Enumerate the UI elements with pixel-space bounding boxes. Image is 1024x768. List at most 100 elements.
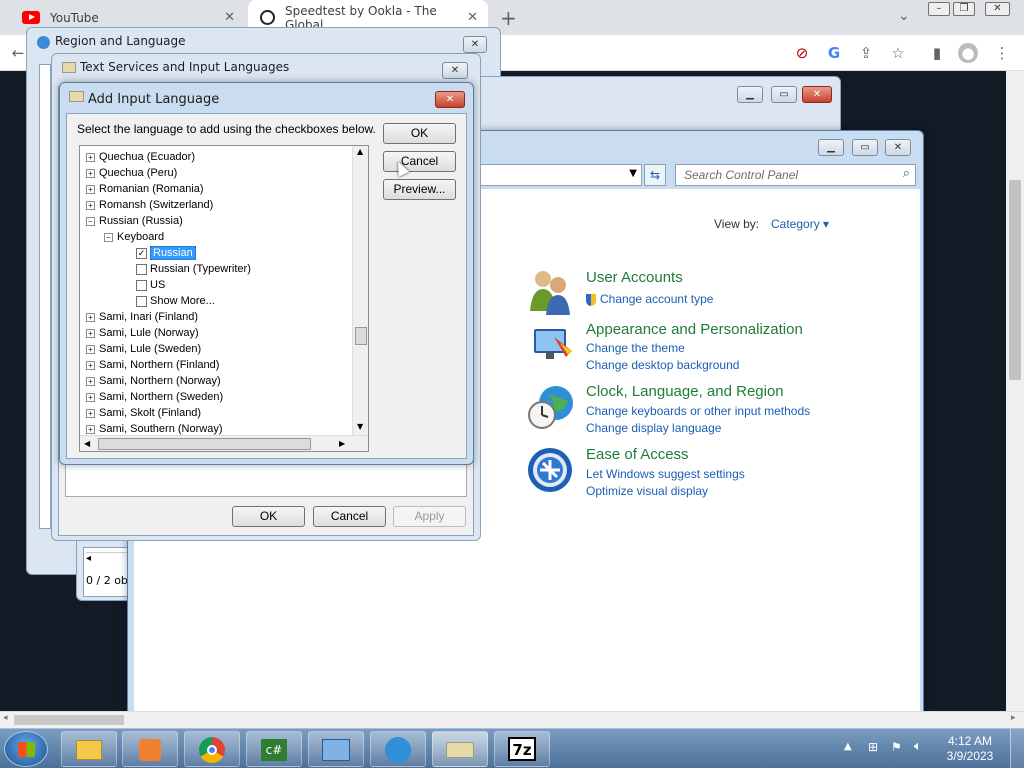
tab-close-icon[interactable]: ✕ — [467, 10, 478, 25]
preview-button[interactable]: Preview... — [383, 179, 456, 200]
expand-icon[interactable]: + — [86, 376, 95, 386]
language-tree[interactable]: + Quechua (Ecuador) + Quechua (Peru) + Romani… — [79, 145, 369, 452]
tree-node[interactable]: + Quechua (Peru) — [86, 165, 177, 181]
checkbox[interactable] — [136, 295, 147, 307]
checkbox[interactable]: ✓ — [136, 247, 147, 259]
expand-icon[interactable]: + — [86, 424, 95, 434]
search-icon[interactable]: ⌕ — [903, 166, 910, 181]
close-window-button[interactable]: ✕ — [985, 2, 1010, 16]
google-icon[interactable]: G — [824, 43, 844, 63]
tree-checkbox-item[interactable]: Russian (Typewriter) — [136, 261, 251, 277]
expand-icon[interactable]: + — [86, 184, 95, 194]
share-icon[interactable]: ⇪ — [856, 43, 876, 63]
view-by-dropdown[interactable]: Category ▾ — [771, 217, 829, 231]
tray-network-icon[interactable]: ⚑ — [891, 740, 902, 754]
expand-icon[interactable]: + — [86, 328, 95, 338]
star-icon[interactable]: ☆ — [888, 43, 908, 63]
tree-node[interactable]: − Keyboard — [104, 229, 164, 245]
category-link[interactable]: Change account type — [586, 292, 713, 306]
expand-icon[interactable]: + — [86, 344, 95, 354]
tray-volume-icon[interactable]: 🔈︎ — [914, 739, 922, 754]
tray-power-icon[interactable]: ⊞ — [868, 740, 878, 754]
taskbar-7zip-button[interactable]: 7z — [494, 731, 550, 767]
expand-icon[interactable]: + — [86, 152, 95, 162]
cancel-button[interactable]: Cancel — [313, 506, 386, 527]
expand-icon[interactable]: + — [86, 392, 95, 402]
refresh-icon[interactable]: ⇆ — [644, 164, 666, 186]
collapse-icon[interactable]: − — [86, 216, 95, 226]
category-link[interactable]: Let Windows suggest settings — [586, 467, 745, 481]
dropdown-arrow-icon[interactable]: ▼ — [629, 168, 637, 179]
tree-node[interactable]: + Sami, Northern (Norway) — [86, 373, 221, 389]
close-button[interactable]: ✕ — [802, 86, 832, 103]
blocked-icon[interactable]: ⊘ — [792, 43, 812, 63]
maximize-button[interactable]: ▭ — [771, 86, 797, 103]
page-scroll-thumb[interactable] — [1009, 180, 1021, 380]
scroll-thumb[interactable] — [355, 327, 367, 345]
tab-close-icon[interactable]: ✕ — [224, 10, 235, 25]
close-button[interactable]: ✕ — [442, 62, 468, 79]
side-panel-icon[interactable]: ▮ — [927, 43, 947, 63]
restore-button[interactable]: ❐ — [953, 2, 975, 16]
taskbar-keyboard-button[interactable] — [432, 731, 488, 767]
category-link[interactable]: Change desktop background — [586, 358, 739, 372]
category-title[interactable]: Clock, Language, and Region — [586, 383, 784, 400]
category-link[interactable]: Change keyboards or other input methods — [586, 404, 810, 418]
menu-kebab-icon[interactable]: ⋮ — [992, 43, 1012, 63]
scroll-thumb[interactable] — [14, 715, 124, 725]
tree-horizontal-scrollbar[interactable]: ◀ ▶ — [80, 435, 368, 451]
scroll-thumb[interactable] — [98, 438, 311, 450]
scroll-down-icon[interactable]: ▼ — [357, 422, 363, 431]
expand-icon[interactable]: + — [86, 312, 95, 322]
taskbar-chrome-button[interactable] — [184, 731, 240, 767]
tree-node[interactable]: + Sami, Northern (Finland) — [86, 357, 219, 373]
collapse-icon[interactable]: − — [104, 232, 113, 242]
new-tab-button[interactable]: + — [500, 6, 517, 30]
page-vertical-scrollbar[interactable] — [1006, 71, 1024, 711]
taskbar-media-player-button[interactable] — [122, 731, 178, 767]
checkbox[interactable] — [136, 263, 147, 275]
tree-node[interactable]: − Russian (Russia) — [86, 213, 183, 229]
taskbar-csharp-button[interactable]: c# — [246, 731, 302, 767]
address-bar[interactable]: ▼ — [476, 164, 642, 186]
category-title[interactable]: User Accounts — [586, 269, 683, 286]
minimize-button[interactable]: ▁ — [737, 86, 763, 103]
scroll-up-icon[interactable]: ▲ — [357, 147, 363, 156]
close-button[interactable]: ✕ — [435, 91, 465, 108]
minimize-button[interactable]: ▁ — [818, 139, 844, 156]
tree-node[interactable]: + Romanian (Romania) — [86, 181, 204, 197]
tree-vertical-scrollbar[interactable]: ▲ ▼ — [352, 146, 368, 435]
taskbar-control-panel-button[interactable] — [308, 731, 364, 767]
tray-clock[interactable]: 4:12 AM 3/9/2023 — [938, 734, 1002, 764]
category-link[interactable]: Change the theme — [586, 341, 685, 355]
category-title[interactable]: Appearance and Personalization — [586, 321, 803, 338]
tray-expand-icon[interactable]: ▲ — [844, 741, 852, 752]
scroll-left-icon[interactable]: ◂ — [3, 713, 8, 723]
category-link[interactable]: Optimize visual display — [586, 484, 708, 498]
apply-button[interactable]: Apply — [393, 506, 466, 527]
ok-button[interactable]: OK — [383, 123, 456, 144]
expand-icon[interactable]: + — [86, 200, 95, 210]
tree-checkbox-item[interactable]: ✓ Russian — [136, 245, 196, 261]
tree-node[interactable]: + Quechua (Ecuador) — [86, 149, 195, 165]
category-title[interactable]: Ease of Access — [586, 446, 689, 463]
tree-checkbox-item[interactable]: Show More... — [136, 293, 215, 309]
tree-checkbox-item[interactable]: US — [136, 277, 165, 293]
expand-icon[interactable]: + — [86, 168, 95, 178]
scroll-left-icon[interactable]: ◀ — [84, 439, 90, 448]
scroll-right-icon[interactable]: ▶ — [339, 439, 345, 448]
tree-node[interactable]: + Romansh (Switzerland) — [86, 197, 213, 213]
taskbar-clock-region-button[interactable] — [370, 731, 426, 767]
close-button[interactable]: ✕ — [463, 36, 487, 53]
back-arrow-icon[interactable]: ← — [8, 43, 28, 63]
show-desktop-button[interactable] — [1010, 729, 1024, 768]
expand-icon[interactable]: + — [86, 360, 95, 370]
maximize-button[interactable]: ▭ — [852, 139, 878, 156]
tree-node[interactable]: + Sami, Lule (Norway) — [86, 325, 199, 341]
taskbar-explorer-button[interactable] — [61, 731, 117, 767]
category-link[interactable]: Change display language — [586, 421, 721, 435]
start-button[interactable] — [4, 731, 48, 767]
tree-node[interactable]: + Sami, Skolt (Finland) — [86, 405, 201, 421]
close-button[interactable]: ✕ — [885, 139, 911, 156]
tree-node[interactable]: + Sami, Northern (Sweden) — [86, 389, 223, 405]
